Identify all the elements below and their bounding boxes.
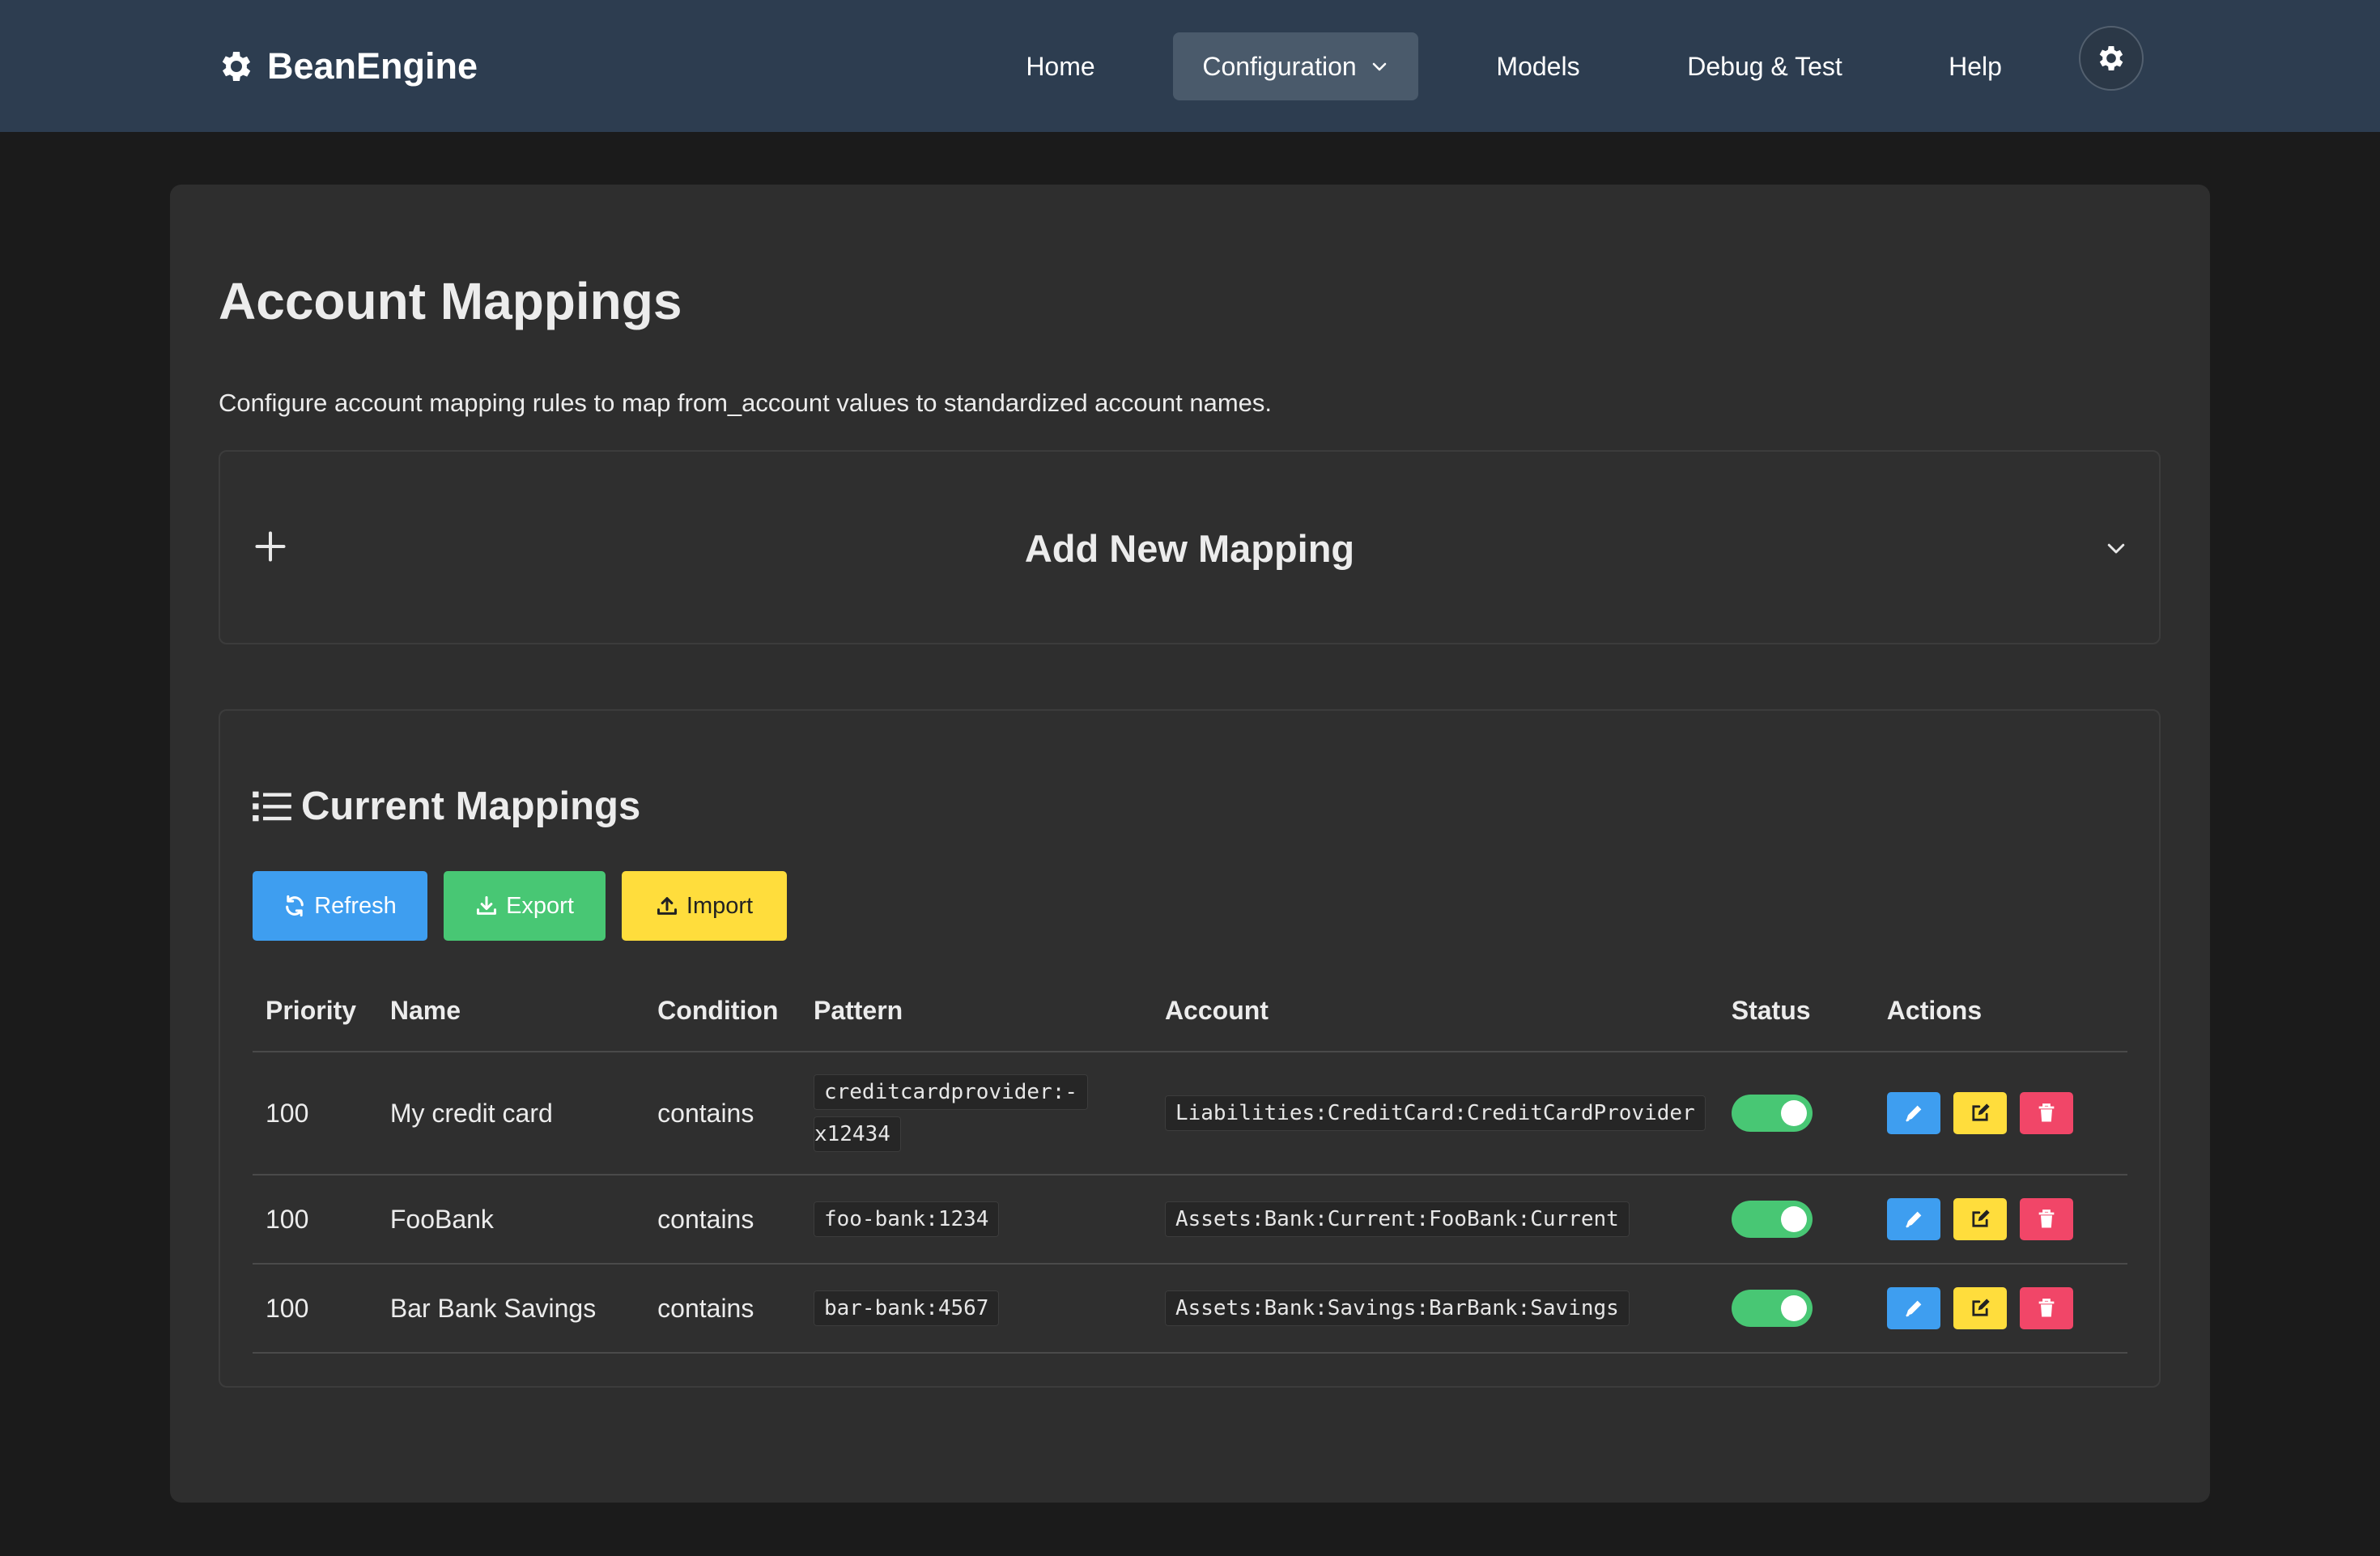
pattern-tag: foo-bank:1234 [813, 1201, 1000, 1237]
table-row: 100 Bar Bank Savings contains bar-bank:4… [253, 1264, 2127, 1354]
current-mappings-title: Current Mappings [301, 784, 641, 828]
nav-debug-test-label: Debug & Test [1687, 51, 1842, 81]
column-header: Actions [1873, 970, 2127, 1052]
nav-debug-test[interactable]: Debug & Test [1668, 32, 1862, 100]
pen-icon [1906, 1300, 1922, 1317]
toggle-knob [1780, 1295, 1807, 1321]
gear-icon [222, 52, 251, 81]
table-row: 100 FooBank contains foo-bank:1234 Asset… [253, 1175, 2127, 1265]
edit-button[interactable] [1953, 1092, 2007, 1134]
toggle-knob [1780, 1206, 1807, 1232]
chevron-down-icon [1372, 62, 1386, 71]
nav-models-label: Models [1496, 51, 1580, 81]
account-tag: Assets:Bank:Current:FooBank:Current [1164, 1201, 1630, 1237]
current-mappings-panel: Current Mappings Refresh Export Import P… [219, 709, 2161, 1388]
trash-icon [2038, 1103, 2055, 1122]
delete-button[interactable] [2019, 1198, 2073, 1240]
gear-icon [2099, 46, 2123, 70]
edit-icon [1972, 1299, 1990, 1316]
nav-help-label: Help [1949, 51, 2002, 81]
page-title: Account Mappings [219, 272, 682, 330]
delete-button[interactable] [2019, 1287, 2073, 1329]
pattern-cell: bar-bank:4567 [800, 1264, 1152, 1354]
status-cell [1718, 1264, 1874, 1354]
add-mapping-panel[interactable]: Add New Mapping [219, 450, 2161, 644]
refresh-icon [286, 895, 304, 917]
account-cell: Liabilities:CreditCard:CreditCardProvide… [1151, 1052, 1719, 1176]
condition-cell: contains [644, 1175, 801, 1265]
delete-button[interactable] [2019, 1092, 2073, 1134]
page-description: Configure account mapping rules to map f… [219, 389, 1273, 417]
table-header-row: Priority Name Condition Pattern Account … [253, 970, 2127, 1052]
account-tag: Assets:Bank:Savings:BarBank:Savings [1164, 1290, 1630, 1326]
column-header[interactable]: Name [376, 970, 645, 1052]
nav-help[interactable]: Help [1935, 32, 2016, 100]
trash-icon [2038, 1210, 2055, 1228]
test-button[interactable] [1886, 1287, 1940, 1329]
toggle-knob [1780, 1100, 1807, 1126]
list-icon [253, 791, 291, 822]
actions-cell [1873, 1264, 2127, 1354]
actions-cell [1873, 1052, 2127, 1176]
status-toggle[interactable] [1731, 1095, 1813, 1132]
nav-home-label: Home [1026, 51, 1095, 81]
status-cell [1718, 1052, 1874, 1176]
nav-configuration-label: Configuration [1202, 51, 1357, 81]
refresh-label: Refresh [314, 892, 397, 919]
name-cell: FooBank [376, 1175, 645, 1265]
import-label: Import [686, 892, 754, 919]
edit-button[interactable] [1953, 1198, 2007, 1240]
pattern-tag: creditcardprovider:- [813, 1074, 1089, 1110]
table-row: 100 My credit card contains creditcardpr… [253, 1052, 2127, 1176]
column-header[interactable]: Account [1151, 970, 1719, 1052]
top-navbar: BeanEngine Home Configuration Models Deb… [0, 0, 2380, 132]
account-cell: Assets:Bank:Current:FooBank:Current [1151, 1175, 1719, 1265]
export-button[interactable]: Export [444, 871, 606, 941]
add-mapping-title: Add New Mapping [1024, 527, 1355, 570]
name-cell: Bar Bank Savings [376, 1264, 645, 1354]
upload-icon [657, 897, 677, 915]
condition-cell: contains [644, 1052, 801, 1176]
pen-icon [1906, 1211, 1922, 1228]
test-button[interactable] [1886, 1198, 1940, 1240]
priority-cell: 100 [253, 1052, 377, 1176]
refresh-button[interactable]: Refresh [253, 871, 427, 941]
column-header[interactable]: Status [1718, 970, 1874, 1052]
actions-cell [1873, 1175, 2127, 1265]
chevron-down-icon[interactable] [2104, 536, 2128, 560]
current-mappings-heading: Current Mappings [253, 782, 640, 831]
priority-cell: 100 [253, 1175, 377, 1265]
brand-logo[interactable]: BeanEngine [217, 42, 478, 91]
export-label: Export [506, 892, 574, 919]
edit-button[interactable] [1953, 1287, 2007, 1329]
pen-icon [1906, 1105, 1922, 1122]
name-cell: My credit card [376, 1052, 645, 1176]
status-toggle[interactable] [1731, 1201, 1813, 1238]
account-tag: Liabilities:CreditCard:CreditCardProvide… [1164, 1095, 1706, 1131]
condition-cell: contains [644, 1264, 801, 1354]
pattern-cell: foo-bank:1234 [800, 1175, 1152, 1265]
column-header[interactable]: Pattern [800, 970, 1152, 1052]
status-toggle[interactable] [1731, 1290, 1813, 1327]
pattern-cell: creditcardprovider:- x12434 [800, 1052, 1152, 1176]
trash-icon [2038, 1299, 2055, 1317]
priority-cell: 100 [253, 1264, 377, 1354]
pattern-tag: bar-bank:4567 [813, 1290, 1000, 1326]
import-button[interactable]: Import [622, 871, 787, 941]
edit-icon [1972, 1210, 1990, 1227]
account-cell: Assets:Bank:Savings:BarBank:Savings [1151, 1264, 1719, 1354]
nav-home[interactable]: Home [1004, 32, 1117, 100]
download-icon [477, 895, 497, 915]
column-header[interactable]: Condition [644, 970, 801, 1052]
brand-name: BeanEngine [267, 45, 478, 87]
nav-configuration[interactable]: Configuration [1173, 32, 1418, 100]
mappings-table: Priority Name Condition Pattern Account … [253, 970, 2127, 1354]
theme-toggle-button[interactable] [2079, 26, 2144, 91]
nav-models[interactable]: Models [1481, 32, 1595, 100]
test-button[interactable] [1886, 1092, 1940, 1134]
status-cell [1718, 1175, 1874, 1265]
column-header[interactable]: Priority [253, 970, 377, 1052]
edit-icon [1972, 1103, 1990, 1121]
pattern-tag: x12434 [813, 1116, 901, 1152]
